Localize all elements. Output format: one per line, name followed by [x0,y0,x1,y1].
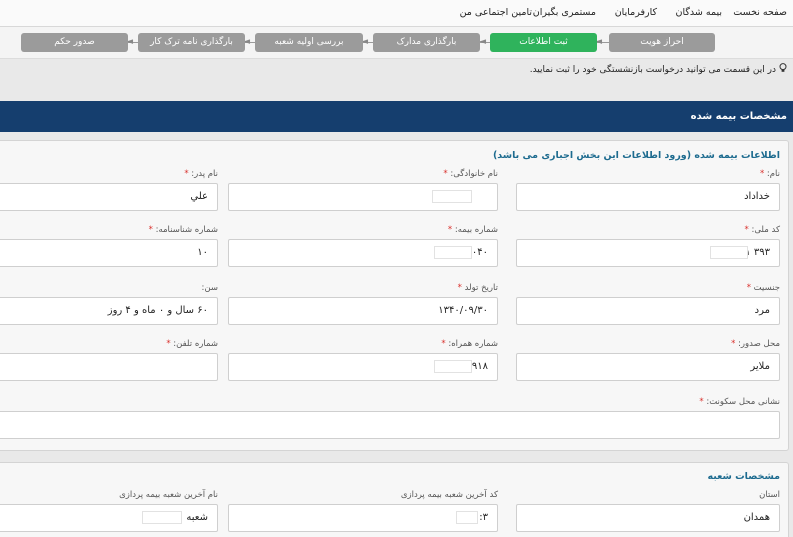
insurance-number-label: شماره بیمه: * [447,225,498,235]
step-upload-docs[interactable]: بارگذاری مدارک [373,33,480,52]
nav-pensioners[interactable]: مستمری بگیران [533,7,596,18]
birth-date-field[interactable]: ۱۳۴۰/۰۹/۳۰ [228,297,498,325]
id-number-field[interactable]: ۱۰ [0,239,218,267]
top-nav: صفحه نخست بیمه شدگان کارفرمایان مستمری ب… [0,0,793,27]
nav-employers[interactable]: کارفرمایان [615,7,657,18]
arrow-left-icon: ◄ [479,37,486,47]
phone-label: شماره تلفن: * [166,339,218,349]
province-field[interactable]: همدان [516,504,780,532]
redaction-mask [432,190,472,203]
issue-place-label: محل صدور: * [731,339,780,349]
last-name-label: نام خانوادگی: * [443,169,498,179]
last-branch-name-field[interactable]: شعبه [0,504,218,532]
redaction-mask [434,360,472,373]
first-name-label: نام: * [759,169,780,179]
phone-field[interactable] [0,353,218,381]
branch-info-panel: مشخصات شعبه استان همدان کد آخرین شعبه بی… [0,462,789,537]
age-label: سن: [201,283,218,293]
info-notice: در این قسمت می توانید درخواست بازنشستگی … [530,63,787,75]
gender-label: جنسیت * [746,283,780,293]
step-upload-leave-letter[interactable]: بارگذاری نامه ترک کار [138,33,245,52]
gender-field[interactable]: مرد [516,297,780,325]
section-header: مشخصات بیمه شده [0,101,793,132]
progress-stepper: احراز هویت ◄ ثبت اطلاعات ◄ بارگذاری مدار… [0,27,793,59]
step-identity[interactable]: احراز هویت [609,33,715,52]
father-name-field[interactable]: علي [0,183,218,211]
step-issue-verdict[interactable]: صدور حکم [21,33,128,52]
insured-panel-title: اطلاعات بیمه شده (ورود اطلاعات این بخش ا… [492,150,780,161]
address-field[interactable] [0,411,780,439]
birth-date-label: تاریخ تولد * [457,283,498,293]
nav-my-tamin[interactable]: تامین اجتماعی من [460,7,532,18]
step-data-entry[interactable]: ثبت اطلاعات [490,33,597,52]
redaction-mask [434,246,472,259]
branch-panel-title: مشخصات شعبه [707,471,780,482]
age-field[interactable]: ۶۰ سال و ۰ ماه و ۴ روز [0,297,218,325]
national-code-label: کد ملی: * [744,225,780,235]
last-branch-name-label: نام آخرین شعبه بیمه پردازی [119,490,218,500]
nav-home[interactable]: صفحه نخست [733,7,787,18]
redaction-mask [142,511,182,524]
lightbulb-icon [779,63,787,72]
father-name-label: نام پدر: * [184,169,218,179]
issue-place-field[interactable]: ملایر [516,353,780,381]
id-number-label: شماره شناسنامه: * [148,225,218,235]
last-branch-code-label: کد آخرین شعبه بیمه پردازی [400,490,498,500]
mobile-label: شماره همراه: * [441,339,498,349]
step-branch-review[interactable]: بررسی اولیه شعبه [255,33,363,52]
notice-text: در این قسمت می توانید درخواست بازنشستگی … [529,65,776,75]
redaction-mask [710,246,748,259]
nav-insured[interactable]: بیمه شدگان [676,7,722,18]
first-name-field[interactable]: خداداد [516,183,780,211]
address-label: نشانی محل سکونت: * [699,397,780,407]
insured-info-panel: اطلاعات بیمه شده (ورود اطلاعات این بخش ا… [0,140,789,451]
redaction-mask [456,511,478,524]
province-label: استان [759,490,780,500]
